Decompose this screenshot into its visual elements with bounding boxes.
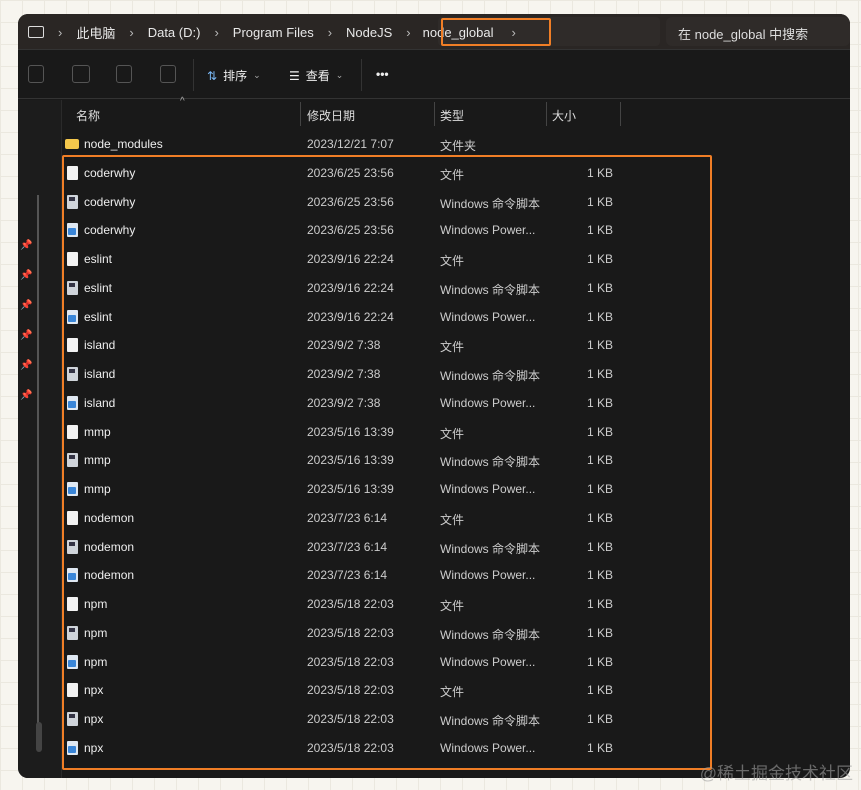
chevron-down-icon: ⌄	[335, 70, 344, 80]
chevron-right-icon[interactable]: ›	[406, 25, 410, 40]
folder-icon	[65, 139, 79, 149]
pin-icon[interactable]: 📌	[20, 270, 32, 281]
column-name[interactable]: 名称	[76, 107, 100, 124]
pin-icon[interactable]: 📌	[20, 330, 32, 341]
address-bar: › 此电脑 › Data (D:) › Program Files › Node…	[18, 14, 850, 50]
view-label: 查看	[305, 69, 330, 83]
chevron-right-icon[interactable]: ›	[328, 25, 332, 40]
nav-scrollbar[interactable]	[37, 195, 39, 725]
pin-icon[interactable]: 📌	[20, 360, 32, 371]
list-icon: ☰	[289, 68, 300, 83]
view-button[interactable]: ☰ 查看 ⌄	[289, 67, 343, 84]
breadcrumb-data-d[interactable]: Data (D:)	[148, 25, 201, 40]
breadcrumb-this-pc[interactable]: 此电脑	[76, 23, 115, 42]
watermark: @稀土掘金技术社区	[699, 764, 853, 783]
breadcrumb-program-files[interactable]: Program Files	[233, 25, 314, 40]
rename-icon[interactable]	[72, 65, 90, 83]
computer-icon[interactable]	[28, 26, 44, 38]
divider	[361, 59, 362, 91]
column-type[interactable]: 类型	[440, 107, 464, 124]
search-input[interactable]: 在 node_global 中搜索	[666, 17, 850, 46]
divider	[193, 59, 194, 91]
share-icon[interactable]	[116, 65, 132, 83]
sort-button[interactable]: ⇅ 排序 ⌄	[207, 67, 261, 84]
navigation-pane: 📌 📌 📌 📌 📌 📌	[18, 100, 62, 778]
file-name: node_modules	[84, 137, 163, 151]
pin-icon[interactable]: 📌	[20, 300, 32, 311]
column-date[interactable]: 修改日期	[307, 107, 355, 124]
file-type: 文件夹	[440, 139, 477, 153]
delete-icon[interactable]	[160, 65, 176, 83]
chevron-down-icon: ⌄	[253, 70, 261, 80]
file-row[interactable]: node_modules 2023/12/21 7:07 文件夹	[62, 130, 622, 158]
sort-icon: ⇅	[207, 68, 218, 83]
pin-icon[interactable]: 📌	[20, 390, 32, 401]
nav-scrollbar-thumb[interactable]	[36, 722, 42, 752]
column-divider[interactable]	[620, 102, 621, 126]
pin-icon[interactable]: 📌	[20, 240, 32, 251]
column-divider[interactable]	[300, 102, 301, 126]
selection-highlight-box	[62, 155, 712, 770]
copy-icon[interactable]	[28, 65, 44, 83]
breadcrumb-highlight-box	[441, 18, 551, 46]
chevron-right-icon[interactable]: ›	[214, 25, 218, 40]
command-bar: ⇅ 排序 ⌄ ☰ 查看 ⌄ •••	[18, 51, 850, 99]
column-divider[interactable]	[546, 102, 547, 126]
chevron-right-icon[interactable]: ›	[58, 25, 62, 40]
more-button[interactable]: •••	[376, 67, 389, 81]
chevron-right-icon[interactable]: ›	[129, 25, 133, 40]
column-size[interactable]: 大小	[552, 107, 576, 124]
file-date: 2023/12/21 7:07	[307, 137, 394, 151]
chevron-up-icon: ^	[180, 96, 185, 107]
breadcrumb-nodejs[interactable]: NodeJS	[346, 25, 392, 40]
column-divider[interactable]	[434, 102, 435, 126]
sort-label: 排序	[223, 69, 248, 83]
